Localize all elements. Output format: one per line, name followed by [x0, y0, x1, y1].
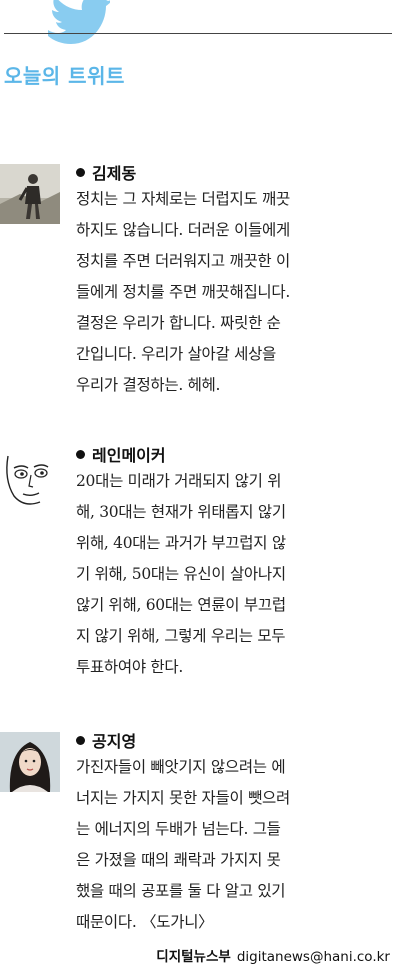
department-name: 디지털뉴스부	[156, 949, 231, 965]
sketched-face-avatar	[0, 450, 60, 510]
tweet-text: 20대는 미래가 거래되지 않기 위 해, 30대는 현재가 위태롭지 않기 위…	[76, 466, 386, 683]
text-line: 때문이다. 〈도가니〉	[76, 913, 214, 931]
text-line: 는 에너지의 두배가 넘는다. 그들	[76, 820, 281, 838]
author-name: 공지영	[92, 732, 137, 751]
text-line: 결정은 우리가 합니다. 짜릿한 순	[76, 314, 281, 332]
bullet-icon	[76, 167, 85, 177]
portrait-photo-avatar	[0, 732, 60, 792]
author-name: 레인메이커	[92, 446, 166, 465]
bullet-icon	[76, 735, 85, 745]
tweet-text: 가진자들이 빼앗기지 않으려는 에 너지는 가지지 못한 자들이 뺏으려 는 에…	[76, 752, 386, 938]
text-line: 않기 위해, 60대는 연륜이 부끄럽	[76, 596, 286, 614]
text-line: 했을 때의 공포를 둘 다 알고 있기	[76, 882, 286, 900]
text-line: 해, 30대는 현재가 위태롭지 않기	[76, 503, 286, 521]
text-line: 간입니다. 우리가 살아갈 세상을	[76, 345, 276, 363]
author-name-row: 레인메이커	[76, 442, 166, 466]
text-line: 가진자들이 빼앗기지 않으려는 에	[76, 758, 286, 776]
text-line: 우리가 결정하는. 헤헤.	[76, 376, 221, 394]
text-line: 지 않기 위해, 그렇게 우리는 모두	[76, 627, 286, 645]
text-line: 20대는 미래가 거래되지 않기 위	[76, 472, 282, 490]
email-address: digitanews@hani.co.kr	[236, 949, 390, 965]
text-line: 정치를 주면 더러워지고 깨끗한 이	[76, 252, 290, 270]
twitter-bird-icon	[48, 0, 110, 44]
text-line: 하지도 않습니다. 더러운 이들에게	[76, 221, 290, 239]
text-line: 정치는 그 자체로는 더럽지도 깨끗	[76, 190, 290, 208]
text-line: 위해, 40대는 과거가 부끄럽지 않	[76, 534, 286, 552]
text-line: 너지는 가지지 못한 자들이 뺏으려	[76, 789, 290, 807]
header-rule	[4, 33, 392, 34]
text-line: 들에게 정치를 주면 깨끗해집니다.	[76, 283, 290, 301]
text-line: 투표하여야 한다.	[76, 658, 183, 676]
tweet-text: 정치는 그 자체로는 더럽지도 깨끗 하지도 않습니다. 더러운 이들에게 정치…	[76, 184, 386, 401]
hiker-photo-avatar	[0, 164, 60, 224]
author-name-row: 공지영	[76, 728, 136, 752]
byline: 디지털뉴스부 digitanews@hani.co.kr	[156, 945, 390, 965]
bullet-icon	[76, 449, 85, 459]
text-line: 은 가졌을 때의 쾌락과 가지지 못	[76, 851, 281, 869]
author-name-row: 김제동	[76, 160, 136, 184]
author-name: 김제동	[92, 164, 137, 183]
text-line: 기 위해, 50대는 유신이 살아나지	[76, 565, 286, 583]
page-title: 오늘의 트위트	[4, 64, 125, 88]
